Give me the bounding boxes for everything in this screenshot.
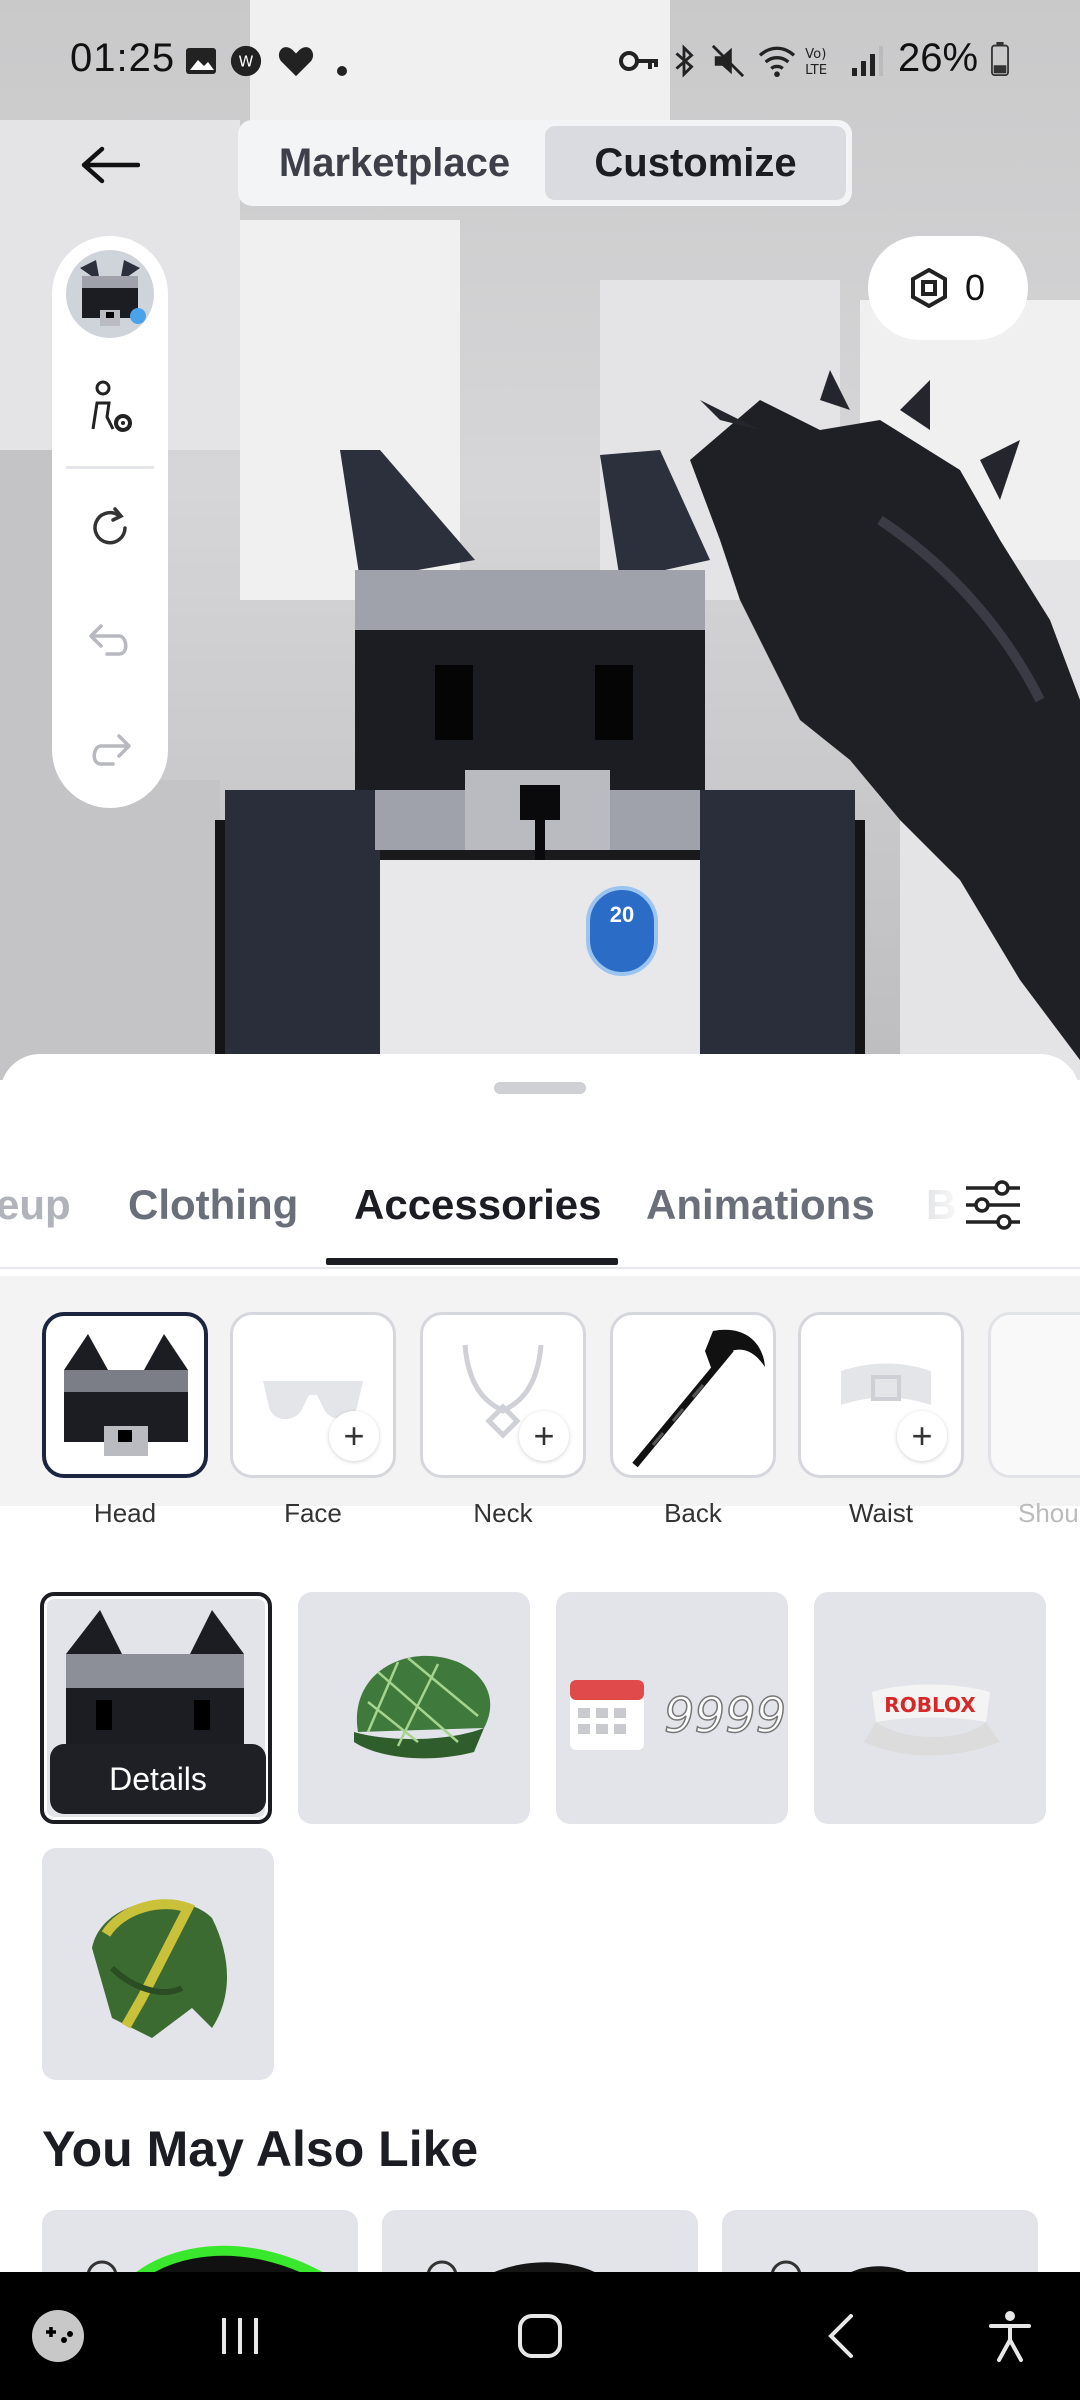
avatar-settings-button[interactable]	[80, 378, 140, 438]
dot-icon	[337, 66, 347, 76]
system-navigation-bar	[0, 2272, 1080, 2400]
recommendation-card[interactable]	[382, 2210, 698, 2272]
slot-label-head: Head	[93, 1498, 157, 1528]
bluetooth-icon	[675, 44, 694, 78]
slot-label-shoulder: Shou	[1018, 1498, 1079, 1528]
tab-animations[interactable]: Animations	[646, 1146, 875, 1264]
home-button[interactable]	[500, 2272, 580, 2400]
calendar-icon: 9999	[570, 1680, 787, 1750]
battery-icon	[991, 42, 1009, 76]
add-face-button[interactable]: +	[329, 1411, 379, 1461]
badge-count: 20	[609, 902, 635, 927]
accessibility-icon	[989, 2311, 1031, 2362]
sliders-icon	[966, 1180, 1020, 1230]
avatar-tool-rail	[52, 236, 168, 808]
slot-label-face: Face	[284, 1498, 342, 1528]
details-button[interactable]: Details	[50, 1744, 266, 1814]
slot-label-back: Back	[664, 1498, 722, 1528]
green-hood-thumbnail	[92, 1899, 227, 2038]
tab-marketplace[interactable]: Marketplace	[244, 126, 545, 200]
chevron-left-icon	[828, 2314, 853, 2358]
svg-text:W: W	[239, 53, 254, 71]
status-time: 01:25	[70, 36, 176, 80]
arrow-left-icon	[81, 146, 140, 184]
wifi-icon	[758, 46, 796, 78]
home-icon	[518, 2314, 562, 2358]
sheet-drag-handle[interactable]	[494, 1082, 586, 1094]
calendar-text: 9999	[664, 1688, 786, 1744]
item-green-hood[interactable]	[42, 1848, 274, 2080]
accessibility-button[interactable]	[980, 2272, 1040, 2400]
undo-icon	[89, 624, 128, 656]
tabs-fade	[880, 1146, 970, 1264]
item-green-plaid-cap[interactable]	[298, 1592, 530, 1824]
volte-icon: Vo)LTE	[805, 47, 827, 78]
vpn-key-icon	[619, 51, 658, 71]
svg-text:LTE: LTE	[805, 63, 827, 78]
recommendation-card[interactable]	[722, 2210, 1038, 2272]
health-icon	[278, 47, 314, 77]
slot-neck[interactable]: +	[420, 1312, 586, 1478]
tab-customize[interactable]: Customize	[545, 126, 846, 200]
gallery-icon	[186, 48, 216, 74]
item-roblox-visor[interactable]: ROBLOX	[814, 1592, 1046, 1824]
app-icon: W	[230, 45, 262, 77]
recommendation-card[interactable]	[42, 2210, 358, 2272]
system-back-button[interactable]	[800, 2272, 880, 2400]
tabs-divider	[0, 1267, 1080, 1269]
mute-icon	[711, 44, 745, 78]
green-cap-thumbnail	[354, 1655, 491, 1759]
category-tabs: eup Clothing Accessories Animations B	[0, 1146, 1080, 1276]
recommendation-thumbnail	[427, 2260, 595, 2272]
visor-thumbnail: ROBLOX	[864, 1684, 1000, 1756]
slot-label-waist: Waist	[848, 1498, 914, 1528]
robux-count: 0	[964, 267, 986, 308]
rail-divider	[66, 466, 154, 469]
tab-makeup[interactable]: eup	[0, 1146, 71, 1264]
recommendation-thumbnail	[771, 2260, 907, 2272]
visor-text: ROBLOX	[884, 1693, 976, 1717]
slot-face[interactable]: +	[230, 1312, 396, 1478]
battery-percent: 26%	[898, 36, 979, 80]
recent-apps-button[interactable]	[200, 2272, 280, 2400]
scythe-icon	[632, 1329, 765, 1468]
section-title-you-may-also-like: You May Also Like	[42, 2121, 479, 2177]
game-launcher-button[interactable]	[28, 2272, 88, 2400]
recent-apps-icon	[222, 2318, 258, 2354]
wolf-head-icon	[80, 260, 146, 326]
svg-text:Vo): Vo)	[805, 47, 826, 62]
recommendation-thumbnail	[87, 2245, 323, 2272]
undo-button[interactable]	[80, 610, 140, 670]
mode-segmented-control: Marketplace Customize	[238, 120, 852, 206]
robux-balance-button[interactable]: 0	[868, 236, 1028, 340]
rotate-button[interactable]	[80, 498, 140, 558]
filter-button[interactable]	[962, 1174, 1024, 1236]
redo-icon	[92, 734, 131, 766]
back-button[interactable]	[70, 130, 150, 200]
avatar-level-badge: 20	[586, 886, 658, 976]
customize-bottom-sheet: eup Clothing Accessories Animations B He…	[0, 1054, 1080, 2272]
wolf-head-icon	[64, 1334, 188, 1456]
redo-button[interactable]	[80, 720, 140, 780]
add-waist-button[interactable]: +	[897, 1411, 947, 1461]
add-neck-button[interactable]: +	[519, 1411, 569, 1461]
rotate-icon	[93, 507, 127, 545]
item-wolf-head[interactable]: Details	[40, 1592, 272, 1824]
item-calendar-9999[interactable]: 9999	[556, 1592, 788, 1824]
slot-waist[interactable]: +	[798, 1312, 964, 1478]
slot-head[interactable]	[42, 1312, 208, 1478]
slot-back[interactable]	[610, 1312, 776, 1478]
avatar-settings-icon	[91, 380, 132, 432]
signal-icon	[852, 46, 883, 76]
tab-accessories[interactable]: Accessories	[354, 1146, 602, 1264]
avatar-thumbnail[interactable]	[66, 250, 154, 338]
tab-clothing[interactable]: Clothing	[128, 1146, 298, 1264]
slot-label-neck: Neck	[473, 1498, 533, 1528]
status-bar: 01:25 W Vo) LTE 26%	[0, 0, 1080, 120]
active-tab-indicator	[326, 1258, 618, 1265]
game-controller-icon	[32, 2310, 84, 2362]
slot-shoulder[interactable]	[988, 1312, 1080, 1478]
accessory-slot-row: Head + Face + Neck Back + Waist Shou	[0, 1276, 1080, 1528]
robux-icon	[910, 268, 947, 308]
